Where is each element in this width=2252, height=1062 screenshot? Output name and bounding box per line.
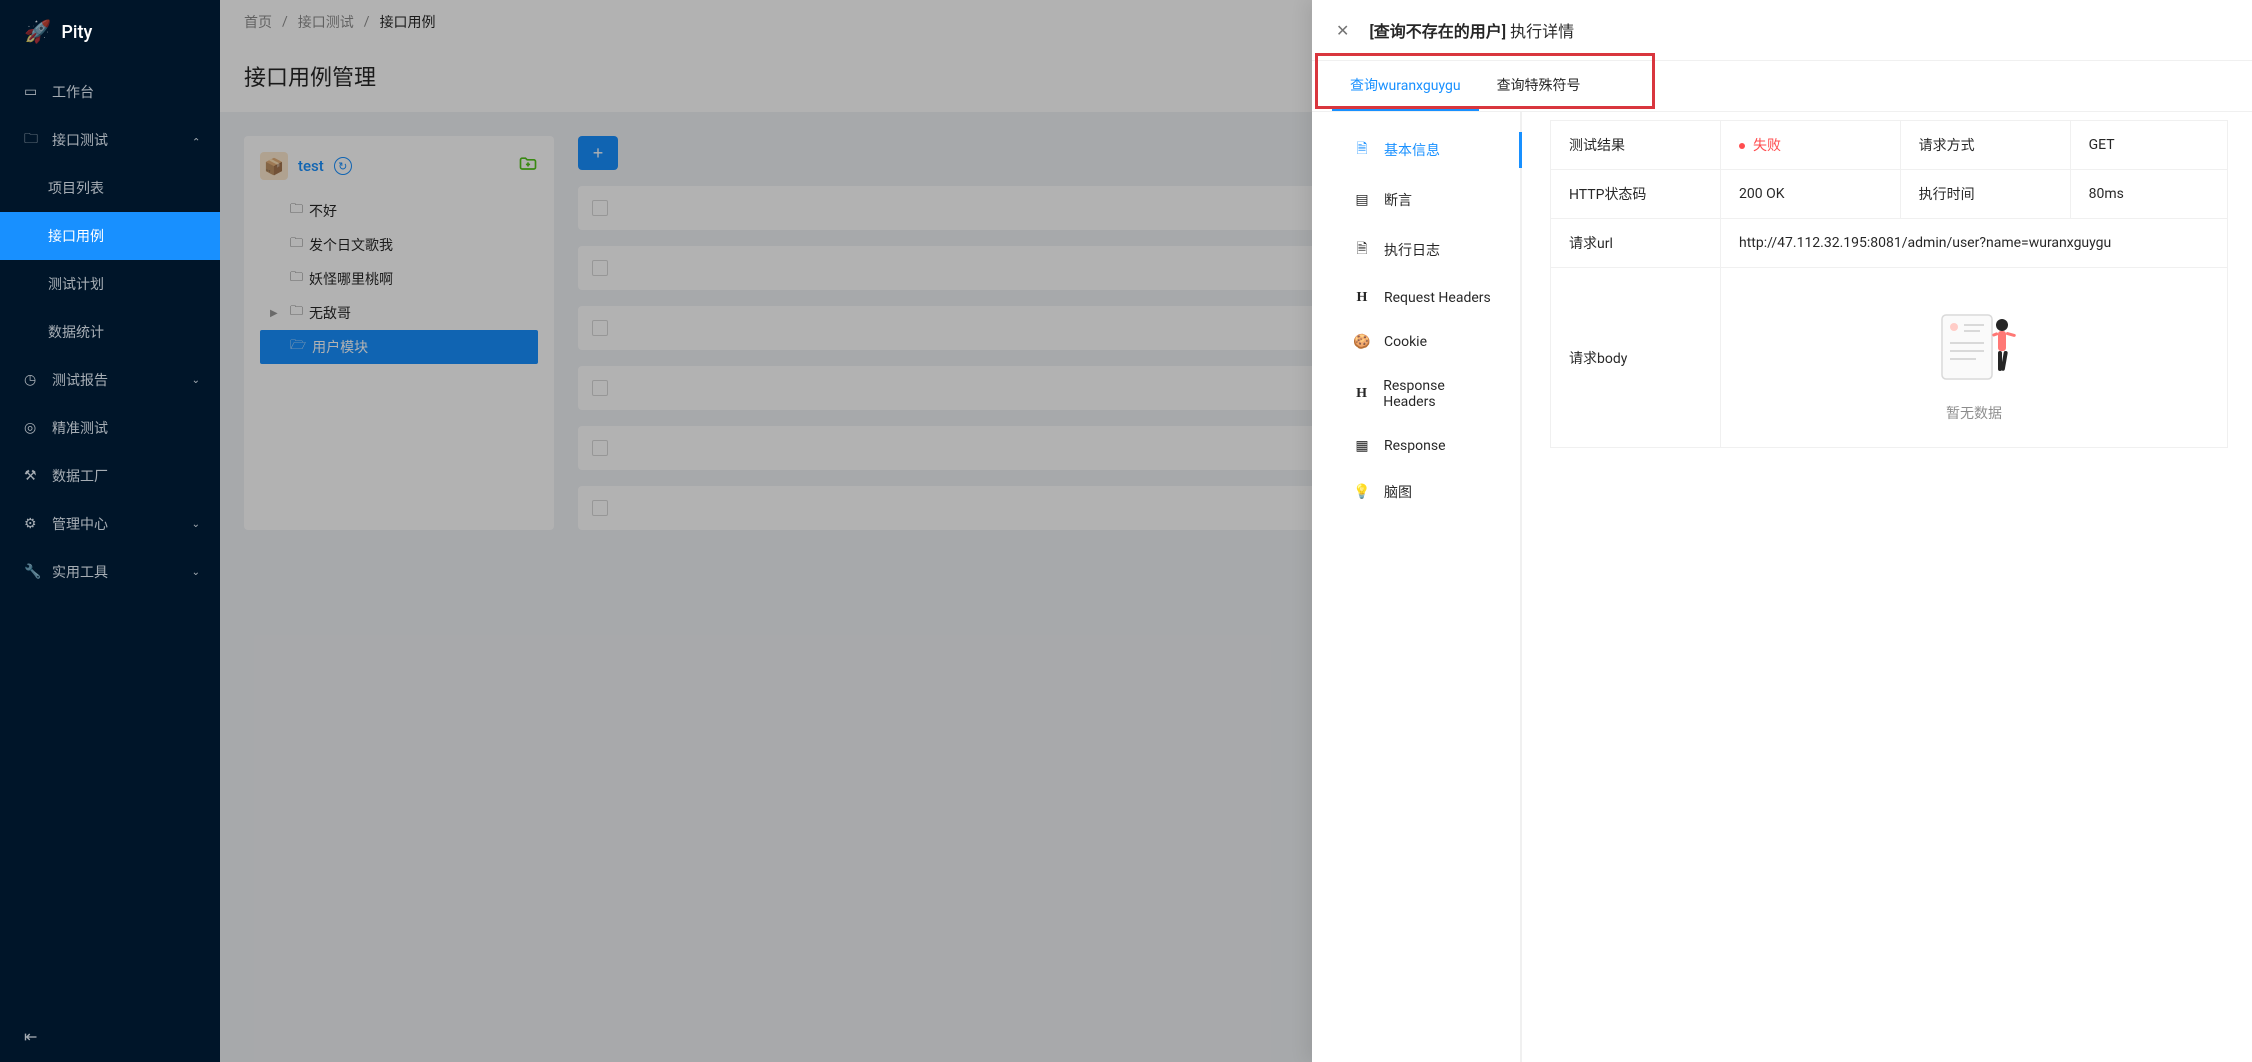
sidebar-item-data-stats[interactable]: 数据统计 xyxy=(0,308,220,356)
label-exec-time: 执行时间 xyxy=(1900,170,2070,219)
side-nav-response-headers[interactable]: H Response Headers xyxy=(1312,364,1520,424)
label-request-url: 请求url xyxy=(1551,219,1721,268)
sidebar-item-project-list[interactable]: 项目列表 xyxy=(0,164,220,212)
label-request-method: 请求方式 xyxy=(1900,121,2070,170)
chevron-up-icon: ⌄ xyxy=(192,135,200,146)
detail-table: 测试结果 失败 请求方式 GET HTTP状态码 200 OK 执行时间 80m… xyxy=(1550,120,2228,448)
gear-icon: ⚙ xyxy=(24,516,40,532)
clock-icon: ◷ xyxy=(24,372,40,388)
sidebar-item-tools[interactable]: 🔧 实用工具 ⌄ xyxy=(0,548,220,596)
empty-state-icon xyxy=(1924,293,2024,393)
sidebar-item-precision-test[interactable]: ◎ 精准测试 xyxy=(0,404,220,452)
drawer-tabs: 查询wuranxguygu 查询特殊符号 xyxy=(1312,61,2252,112)
response-icon: ▦ xyxy=(1352,438,1372,454)
app-name: Pity xyxy=(61,22,92,43)
wrench-icon: 🔧 xyxy=(24,564,40,580)
drawer-header: ✕ [查询不存在的用户] 执行详情 xyxy=(1312,0,2252,61)
sidebar-item-api-case[interactable]: 接口用例 xyxy=(0,212,220,260)
value-request-method: GET xyxy=(2070,121,2227,170)
side-nav-cookie[interactable]: 🍪 Cookie xyxy=(1312,320,1520,364)
sidebar-item-data-factory[interactable]: ⚒ 数据工厂 xyxy=(0,452,220,500)
file-icon: 🗎 xyxy=(1352,138,1372,162)
sidebar-menu: ▭ 工作台 🗀 接口测试 ⌄ 项目列表 接口用例 测试计划 数据统计 xyxy=(0,64,220,1011)
chevron-down-icon: ⌄ xyxy=(192,375,200,386)
dashboard-icon: ▭ xyxy=(24,84,40,100)
value-request-body: 暂无数据 xyxy=(1721,268,2228,448)
mindmap-icon: 💡 xyxy=(1352,484,1372,500)
sidebar-item-workspace[interactable]: ▭ 工作台 xyxy=(0,68,220,116)
value-exec-time: 80ms xyxy=(2070,170,2227,219)
value-request-url: http://47.112.32.195:8081/admin/user?nam… xyxy=(1721,219,2228,268)
cookie-icon: 🍪 xyxy=(1352,334,1372,350)
label-request-body: 请求body xyxy=(1551,268,1721,448)
sidebar-item-test-report[interactable]: ◷ 测试报告 ⌄ xyxy=(0,356,220,404)
side-nav-request-headers[interactable]: H Request Headers xyxy=(1312,276,1520,320)
h-icon: H xyxy=(1352,386,1371,402)
detail-side-nav: 🗎 基本信息 ▤ 断言 🗎 执行日志 H Request Headers 🍪 xyxy=(1312,112,1522,1062)
status-dot-icon xyxy=(1739,143,1745,149)
chevron-down-icon: ⌄ xyxy=(192,519,200,530)
target-icon: ◎ xyxy=(24,420,40,436)
folder-icon: 🗀 xyxy=(24,128,40,152)
value-test-result: 失败 xyxy=(1721,121,1901,170)
label-test-result: 测试结果 xyxy=(1551,121,1721,170)
sidebar-item-test-plan[interactable]: 测试计划 xyxy=(0,260,220,308)
empty-text: 暂无数据 xyxy=(1739,403,2209,423)
sidebar: 🚀 Pity ▭ 工作台 🗀 接口测试 ⌄ 项目列表 接口用例 xyxy=(0,0,220,1062)
sidebar-item-api-test[interactable]: 🗀 接口测试 ⌄ xyxy=(0,116,220,164)
sidebar-item-admin-center[interactable]: ⚙ 管理中心 ⌄ xyxy=(0,500,220,548)
execution-detail-drawer: ✕ [查询不存在的用户] 执行详情 查询wuranxguygu 查询特殊符号 🗎… xyxy=(1312,0,2252,1062)
side-nav-basic-info[interactable]: 🗎 基本信息 xyxy=(1312,124,1520,176)
drawer-title: [查询不存在的用户] 执行详情 xyxy=(1369,18,1574,42)
log-icon: 🗎 xyxy=(1352,238,1372,262)
side-nav-assert[interactable]: ▤ 断言 xyxy=(1312,176,1520,224)
h-icon: H xyxy=(1352,290,1372,306)
side-nav-log[interactable]: 🗎 执行日志 xyxy=(1312,224,1520,276)
logo[interactable]: 🚀 Pity xyxy=(0,0,220,64)
side-nav-mindmap[interactable]: 💡 脑图 xyxy=(1312,468,1520,516)
side-nav-response[interactable]: ▦ Response xyxy=(1312,424,1520,468)
factory-icon: ⚒ xyxy=(24,468,40,484)
collapse-sidebar-button[interactable]: ⇤ xyxy=(24,1027,37,1046)
tab-query-special-chars[interactable]: 查询特殊符号 xyxy=(1479,61,1599,111)
chevron-down-icon: ⌄ xyxy=(192,567,200,578)
tab-query-wuranxguygu[interactable]: 查询wuranxguygu xyxy=(1332,61,1479,111)
label-http-status: HTTP状态码 xyxy=(1551,170,1721,219)
assert-icon: ▤ xyxy=(1352,192,1372,208)
value-http-status: 200 OK xyxy=(1721,170,1901,219)
detail-panel: 测试结果 失败 请求方式 GET HTTP状态码 200 OK 执行时间 80m… xyxy=(1522,112,2252,1062)
rocket-icon: 🚀 xyxy=(24,20,51,45)
close-icon[interactable]: ✕ xyxy=(1336,21,1349,40)
